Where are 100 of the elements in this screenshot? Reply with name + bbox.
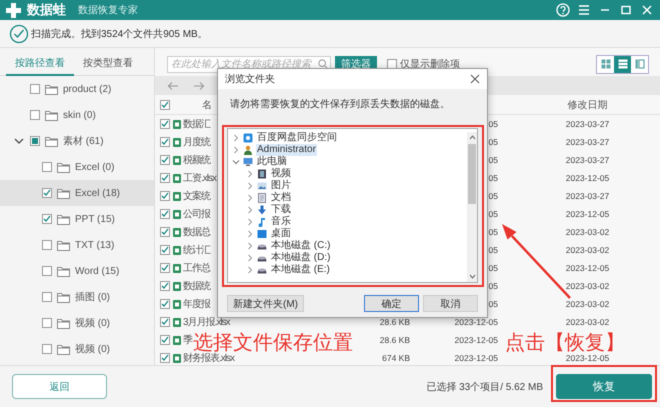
folder-item[interactable]: 本地磁盘 (C:): [270, 240, 332, 252]
chevron-icon[interactable]: [246, 182, 254, 190]
chevron-icon[interactable]: [246, 254, 254, 262]
checkbox[interactable]: [42, 292, 52, 302]
checkbox[interactable]: [160, 191, 170, 201]
view-tab[interactable]: 按路径查看: [6, 52, 74, 76]
folder-row[interactable]: product (2): [0, 76, 154, 102]
chevron-icon[interactable]: [232, 158, 240, 166]
checkbox[interactable]: [387, 59, 397, 69]
checkbox[interactable]: [42, 318, 52, 328]
checkbox[interactable]: [160, 173, 170, 183]
checkbox[interactable]: [42, 188, 52, 198]
close-icon[interactable]: [640, 3, 654, 17]
back-button[interactable]: 返回: [12, 374, 107, 399]
folder-row[interactable]: 插图 (0): [0, 284, 154, 310]
app-name: 数据蛙: [27, 1, 66, 19]
file-name: 数据统: [182, 280, 210, 293]
grid-view-icon[interactable]: [600, 59, 610, 69]
checkbox[interactable]: [160, 227, 170, 237]
forward-arrow-icon[interactable]: [193, 80, 205, 90]
column-header[interactable]: 名: [182, 98, 212, 112]
folder-item[interactable]: 本地磁盘 (D:): [270, 252, 332, 264]
checkbox[interactable]: [160, 335, 170, 345]
help-icon[interactable]: [556, 3, 570, 17]
folder-row[interactable]: 素材 (61): [0, 128, 154, 154]
folder-row[interactable]: 视频 (0): [0, 336, 154, 362]
checkbox[interactable]: [42, 266, 52, 276]
checkbox[interactable]: [30, 84, 40, 94]
chevron-icon[interactable]: [14, 136, 24, 146]
folder-row[interactable]: TXT (13): [0, 232, 154, 258]
back-arrow-icon[interactable]: [167, 80, 179, 90]
folder-item[interactable]: 文档: [270, 192, 292, 204]
checkbox[interactable]: [42, 344, 52, 354]
recover-button[interactable]: 恢复: [556, 374, 652, 399]
chevron-icon[interactable]: [232, 134, 240, 142]
modified-date: 2023-12-05: [566, 209, 610, 219]
folder-item[interactable]: 图片: [270, 180, 292, 192]
checkbox[interactable]: [160, 209, 170, 219]
maximize-icon[interactable]: [619, 3, 633, 17]
checkbox[interactable]: [42, 240, 52, 250]
checkbox[interactable]: [160, 245, 170, 255]
folder-label: Excel (0): [75, 162, 114, 172]
folder-item[interactable]: 音乐: [270, 216, 292, 228]
modified-date: 2023-12-05: [566, 263, 610, 273]
folder-row[interactable]: Excel (0): [0, 154, 154, 180]
checkbox[interactable]: [160, 281, 170, 291]
scroll-thumb[interactable]: [468, 144, 476, 204]
annotation-text: 选择文件保存位置: [193, 332, 353, 354]
scroll-up-icon[interactable]: [468, 135, 476, 140]
folder-row[interactable]: Word (15): [0, 258, 154, 284]
checkbox[interactable]: [42, 162, 52, 172]
close-icon[interactable]: [470, 74, 480, 84]
folder-item[interactable]: 下载: [270, 204, 292, 216]
music-note-icon: [257, 217, 267, 227]
column-header[interactable]: 修改日期: [568, 98, 608, 112]
chevron-icon[interactable]: [246, 266, 254, 274]
folder-label: PPT (15): [75, 214, 115, 224]
dialog-button[interactable]: 确定: [364, 295, 419, 312]
checkbox[interactable]: [160, 353, 170, 363]
file-date: 05: [488, 245, 498, 255]
file-name: 工资.xlsx: [182, 172, 216, 185]
columns-view-icon[interactable]: [634, 59, 644, 69]
chevron-icon[interactable]: [246, 206, 254, 214]
folder-item[interactable]: Administrator: [256, 144, 317, 156]
dialog-button[interactable]: 取消: [423, 295, 478, 312]
folder-row[interactable]: PPT (15): [0, 206, 154, 232]
folder-item[interactable]: 此电脑: [256, 156, 288, 168]
folder-item[interactable]: 桌面: [270, 228, 292, 240]
chevron-icon[interactable]: [246, 194, 254, 202]
menu-icon[interactable]: [577, 3, 591, 17]
list-view-icon[interactable]: [618, 59, 628, 69]
checkbox[interactable]: [42, 214, 52, 224]
dialog-button[interactable]: 新建文件夹(M): [227, 295, 304, 312]
checkbox[interactable]: [160, 155, 170, 165]
chevron-icon[interactable]: [246, 242, 254, 250]
folder-row[interactable]: Excel (18): [0, 180, 154, 206]
scroll-down-icon[interactable]: [468, 274, 476, 279]
checkbox[interactable]: [160, 263, 170, 273]
file-name: 3月月报.xlsx: [182, 316, 230, 329]
checkbox[interactable]: [160, 119, 170, 129]
modified-date: 2023-03-27: [566, 119, 610, 129]
modified-date: 2023-03-02: [566, 227, 610, 237]
checkbox[interactable]: [160, 299, 170, 309]
folder-item[interactable]: 本地磁盘 (E:): [270, 264, 331, 276]
checkbox[interactable]: [160, 317, 170, 327]
view-tab[interactable]: 按类型查看: [74, 52, 142, 76]
annotation-text: 点击【恢复】: [505, 332, 625, 354]
file-date: 05: [488, 119, 498, 129]
checkbox[interactable]: [30, 110, 40, 120]
checkbox[interactable]: [160, 100, 170, 110]
chevron-icon[interactable]: [246, 230, 254, 238]
modified-date: 2023-03-02: [566, 299, 610, 309]
folder-row[interactable]: skin (0): [0, 102, 154, 128]
chevron-icon[interactable]: [246, 170, 254, 178]
checkbox[interactable]: [30, 136, 40, 146]
folder-row[interactable]: 视频 (0): [0, 310, 154, 336]
checkbox[interactable]: [160, 137, 170, 147]
folder-item[interactable]: 视频: [270, 168, 292, 180]
chevron-icon[interactable]: [246, 218, 254, 226]
chevron-icon[interactable]: [232, 146, 240, 154]
